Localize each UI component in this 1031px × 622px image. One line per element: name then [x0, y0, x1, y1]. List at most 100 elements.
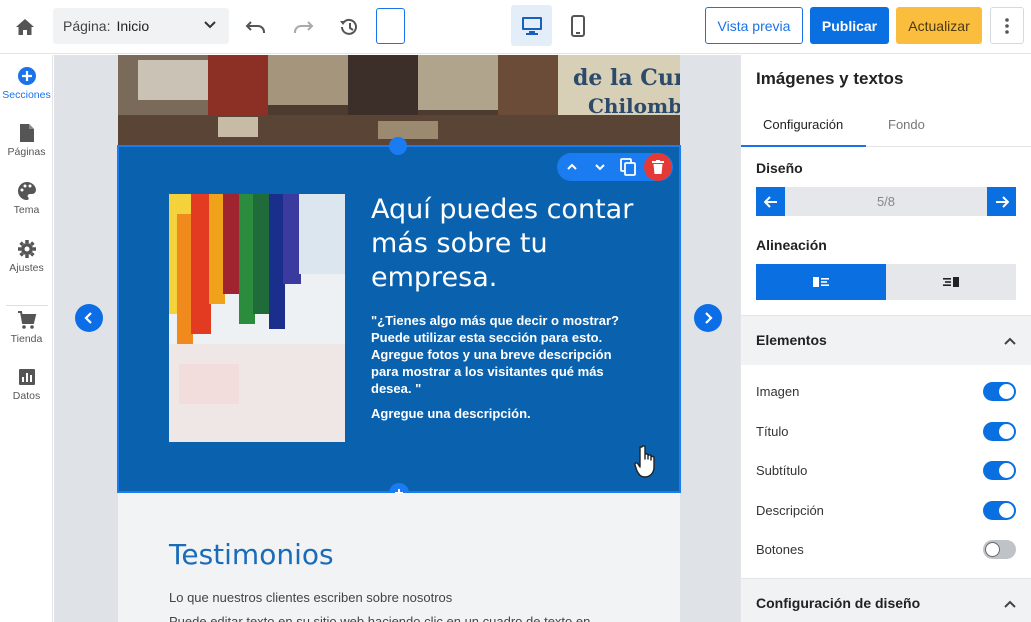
- page-select-label: Página:: [63, 18, 111, 34]
- align-left-icon: [813, 277, 829, 287]
- botones-switch[interactable]: [983, 540, 1016, 559]
- chevron-up-icon: [1004, 600, 1016, 608]
- home-button[interactable]: [12, 14, 38, 40]
- desktop-view-button[interactable]: [511, 5, 552, 46]
- toggle-row-botones: Botones: [756, 538, 1016, 562]
- sidebar-item-ajustes[interactable]: Ajustes: [0, 238, 53, 288]
- chevron-up-icon: [567, 163, 577, 170]
- alignment-label: Alineación: [756, 237, 827, 253]
- history-icon: [340, 18, 357, 35]
- blank-field[interactable]: [376, 8, 405, 44]
- mobile-view-button[interactable]: [563, 8, 593, 44]
- history-button[interactable]: [336, 14, 362, 40]
- preview-button[interactable]: Vista previa: [705, 7, 803, 44]
- section-image[interactable]: [169, 194, 345, 442]
- editor-canvas: de la Cum Chilomb Aquí puedes contar más…: [54, 55, 740, 622]
- redo-button[interactable]: [290, 14, 316, 40]
- sidebar-item-label: Tienda: [10, 333, 43, 345]
- descripcion-switch[interactable]: [983, 501, 1016, 520]
- align-image-left-button[interactable]: [756, 264, 886, 300]
- section-top-handle[interactable]: [389, 137, 407, 155]
- titulo-switch[interactable]: [983, 422, 1016, 441]
- sidebar-item-datos[interactable]: Datos: [0, 366, 53, 416]
- page-select[interactable]: Página: Inicio: [53, 8, 229, 44]
- align-image-right-button[interactable]: [886, 264, 1016, 300]
- more-options-button[interactable]: [990, 7, 1024, 44]
- imagen-switch[interactable]: [983, 382, 1016, 401]
- tab-configuracion[interactable]: Configuración: [763, 117, 843, 132]
- undo-button[interactable]: [243, 14, 269, 40]
- svg-text:Chilomb: Chilomb: [588, 94, 680, 118]
- design-config-label: Configuración de diseño: [756, 595, 921, 611]
- sidebar-divider: [6, 305, 48, 306]
- active-tab-indicator: [741, 145, 866, 147]
- section-subtitle[interactable]: "¿Tienes algo más que decir o mostrar? P…: [371, 312, 621, 397]
- home-icon: [16, 19, 34, 35]
- toggle-label: Imagen: [756, 384, 800, 399]
- subtitulo-switch[interactable]: [983, 461, 1016, 480]
- undo-icon: [245, 21, 265, 33]
- arrow-left-icon: [763, 195, 777, 208]
- design-label: Diseño: [756, 160, 803, 176]
- desktop-icon: [521, 16, 542, 35]
- design-config-accordion-header[interactable]: Configuración de diseño: [741, 578, 1031, 622]
- section-description[interactable]: Agregue una descripción.: [371, 406, 621, 421]
- design-prev-button[interactable]: [756, 187, 785, 216]
- design-value: 5/8: [876, 194, 896, 209]
- update-button[interactable]: Actualizar: [896, 7, 982, 44]
- testimonials-body[interactable]: Puede editar texto en su sitio web hacie…: [169, 614, 639, 622]
- section-toolbar: [557, 153, 673, 181]
- copy-icon: [620, 158, 636, 176]
- section-title[interactable]: Aquí puedes contar más sobre tu empresa.: [371, 193, 641, 295]
- toggle-row-imagen: Imagen: [756, 380, 1016, 404]
- toggle-label: Subtítulo: [756, 463, 808, 478]
- chart-icon: [16, 366, 38, 388]
- page-select-value: Inicio: [116, 18, 150, 34]
- gear-icon: [16, 238, 38, 260]
- publish-button[interactable]: Publicar: [810, 7, 889, 44]
- toggle-row-descripcion: Descripción: [756, 499, 1016, 523]
- panel-tabs: Configuración Fondo: [741, 107, 1031, 147]
- sidebar-item-label: Datos: [12, 390, 41, 402]
- more-vertical-icon: [1005, 17, 1009, 34]
- chevron-down-icon: [204, 21, 216, 29]
- hand-cursor-icon: [634, 445, 660, 479]
- delete-section-button[interactable]: [644, 153, 672, 181]
- testimonials-section[interactable]: Testimonios Lo que nuestros clientes esc…: [118, 493, 680, 622]
- toggle-label: Título: [756, 424, 789, 439]
- elements-accordion-header[interactable]: Elementos: [741, 315, 1031, 365]
- next-layout-button[interactable]: [694, 304, 722, 332]
- toggle-label: Descripción: [756, 503, 824, 518]
- design-next-button[interactable]: [987, 187, 1016, 216]
- design-stepper: 5/8: [756, 187, 1016, 216]
- previous-layout-button[interactable]: [75, 304, 103, 332]
- sidebar-item-label: Tema: [13, 204, 40, 216]
- sidebar-item-label: Páginas: [7, 146, 46, 158]
- elements-label: Elementos: [756, 332, 827, 348]
- page-icon: [16, 122, 38, 144]
- tab-fondo[interactable]: Fondo: [888, 117, 925, 132]
- sidebar-item-label: Secciones: [2, 89, 51, 101]
- move-up-button[interactable]: [562, 157, 582, 177]
- duplicate-button[interactable]: [618, 157, 638, 177]
- sidebar-item-tema[interactable]: Tema: [0, 180, 53, 230]
- testimonials-title[interactable]: Testimonios: [169, 538, 334, 571]
- toggle-row-titulo: Título: [756, 420, 1016, 444]
- chevron-right-icon: [705, 312, 713, 324]
- sidebar-item-paginas[interactable]: Páginas: [0, 122, 53, 172]
- align-right-icon: [943, 277, 959, 287]
- sidebar-item-secciones[interactable]: Secciones: [0, 65, 53, 115]
- chevron-down-icon: [595, 164, 605, 171]
- sidebar-item-tienda[interactable]: Tienda: [0, 309, 53, 359]
- plus-circle-icon: [16, 65, 38, 87]
- move-down-button[interactable]: [590, 157, 610, 177]
- panel-title: Imágenes y textos: [756, 69, 904, 88]
- settings-panel: Imágenes y textos Configuración Fondo Di…: [740, 55, 1031, 622]
- chevron-up-icon: [1004, 337, 1016, 345]
- trash-icon: [652, 160, 664, 174]
- testimonials-subtitle[interactable]: Lo que nuestros clientes escriben sobre …: [169, 590, 452, 605]
- hero-image[interactable]: de la Cum Chilomb: [118, 55, 680, 145]
- top-toolbar: Página: Inicio Vista previa Publicar Act…: [0, 0, 1031, 54]
- palette-icon: [16, 180, 38, 202]
- toggle-row-subtitulo: Subtítulo: [756, 459, 1016, 483]
